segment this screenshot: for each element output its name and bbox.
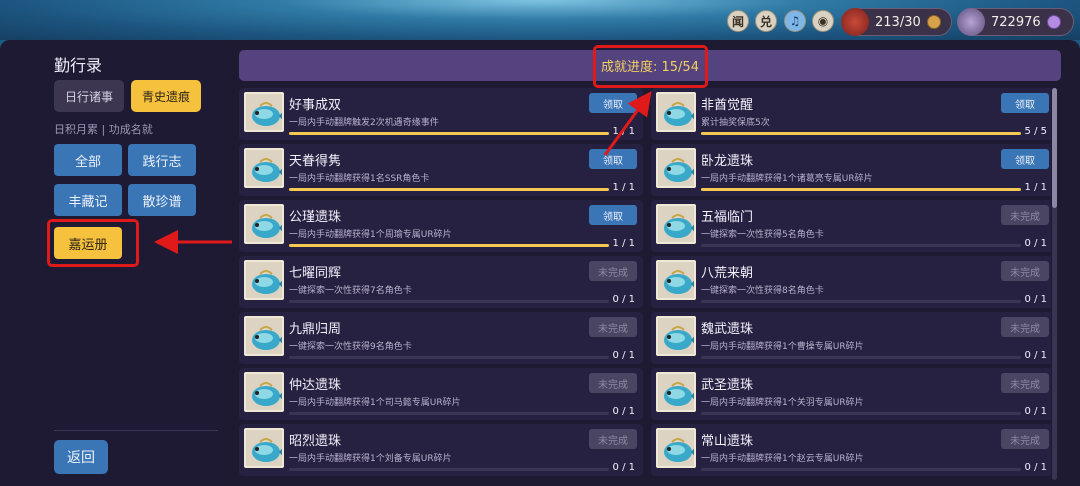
annotation-arrows <box>154 91 652 254</box>
arrow-up <box>603 91 652 156</box>
